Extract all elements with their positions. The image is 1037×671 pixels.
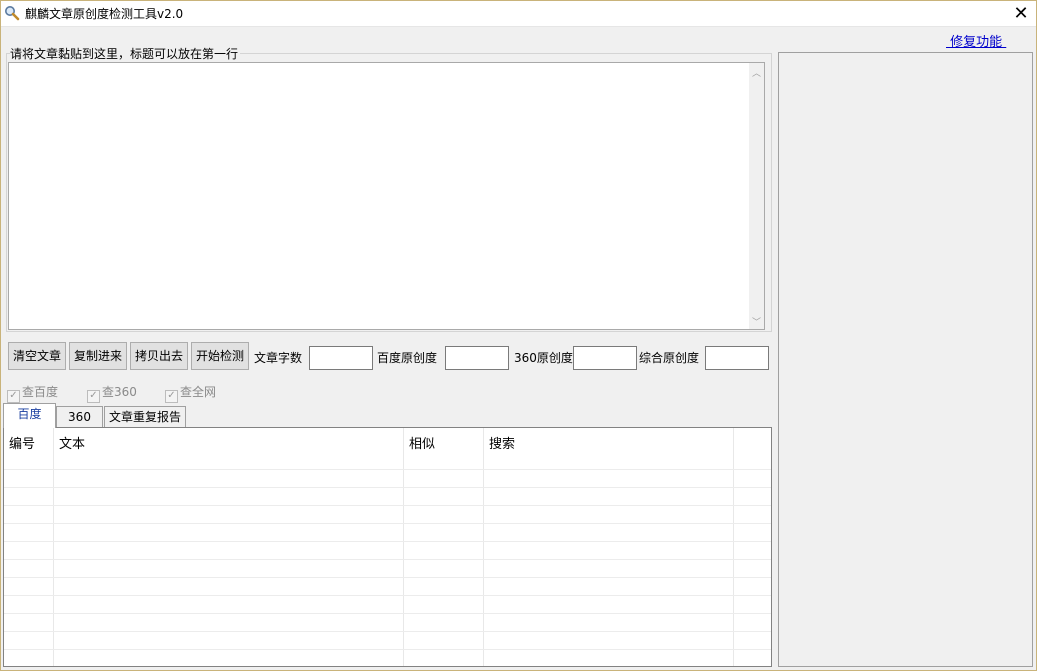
scroll-down-icon[interactable]: ﹀ xyxy=(749,315,764,328)
check-baidu-label: 查百度 xyxy=(22,385,59,399)
column-header-id[interactable]: 编号 xyxy=(9,433,35,452)
row-divider xyxy=(4,595,771,596)
checkmark-icon: ✓ xyxy=(7,390,20,403)
tab-360[interactable]: 360 xyxy=(56,406,103,428)
check-360-label: 查360 xyxy=(102,385,137,399)
checkmark-icon: ✓ xyxy=(165,390,178,403)
repair-link[interactable]: 修复功能 xyxy=(946,31,1006,50)
row-divider xyxy=(4,613,771,614)
checkmark-icon: ✓ xyxy=(87,390,100,403)
overall-originality-field[interactable] xyxy=(705,346,769,370)
window-title: 麒麟文章原创度检测工具v2.0 xyxy=(25,7,184,21)
row-divider xyxy=(4,469,771,470)
row-divider xyxy=(4,523,771,524)
s360-originality-field[interactable] xyxy=(573,346,637,370)
row-divider xyxy=(4,487,771,488)
word-count-label: 文章字数 xyxy=(254,351,303,365)
row-divider xyxy=(4,577,771,578)
row-divider xyxy=(4,631,771,632)
row-divider xyxy=(4,649,771,650)
check-web-checkbox[interactable]: ✓ 查全网 xyxy=(165,383,216,403)
article-scrollbar[interactable] xyxy=(749,63,764,329)
row-divider xyxy=(4,505,771,506)
magnifier-icon xyxy=(4,5,20,21)
column-header-similar[interactable]: 相似 xyxy=(409,433,435,452)
scroll-up-icon[interactable]: ︿ xyxy=(749,66,764,79)
paste-in-button[interactable]: 复制进来 xyxy=(69,342,127,370)
start-check-button[interactable]: 开始检测 xyxy=(191,342,249,370)
article-textarea[interactable] xyxy=(8,62,765,330)
tab-baidu[interactable]: 百度 xyxy=(3,403,56,428)
check-baidu-checkbox[interactable]: ✓ 查百度 xyxy=(7,383,58,403)
baidu-originality-field[interactable] xyxy=(445,346,509,370)
s360-originality-label: 360原创度 xyxy=(514,351,573,365)
row-divider xyxy=(4,541,771,542)
result-side-panel xyxy=(778,52,1033,667)
article-group-label: 请将文章黏贴到这里，标题可以放在第一行 xyxy=(10,45,241,62)
overall-originality-label: 综合原创度 xyxy=(639,351,700,365)
column-header-text[interactable]: 文本 xyxy=(59,433,85,452)
word-count-field[interactable] xyxy=(309,346,373,370)
clear-article-button[interactable]: 清空文章 xyxy=(8,342,66,370)
check-360-checkbox[interactable]: ✓ 查360 xyxy=(87,383,137,403)
close-icon[interactable]: ✕ xyxy=(1005,0,1037,27)
results-grid[interactable]: 编号 文本 相似 搜索 xyxy=(3,427,772,667)
check-web-label: 查全网 xyxy=(180,385,217,399)
row-divider xyxy=(4,559,771,560)
tab-duplicate-report[interactable]: 文章重复报告 xyxy=(104,406,186,428)
copy-out-button[interactable]: 拷贝出去 xyxy=(130,342,188,370)
column-header-search[interactable]: 搜索 xyxy=(489,433,515,452)
baidu-originality-label: 百度原创度 xyxy=(377,351,438,365)
